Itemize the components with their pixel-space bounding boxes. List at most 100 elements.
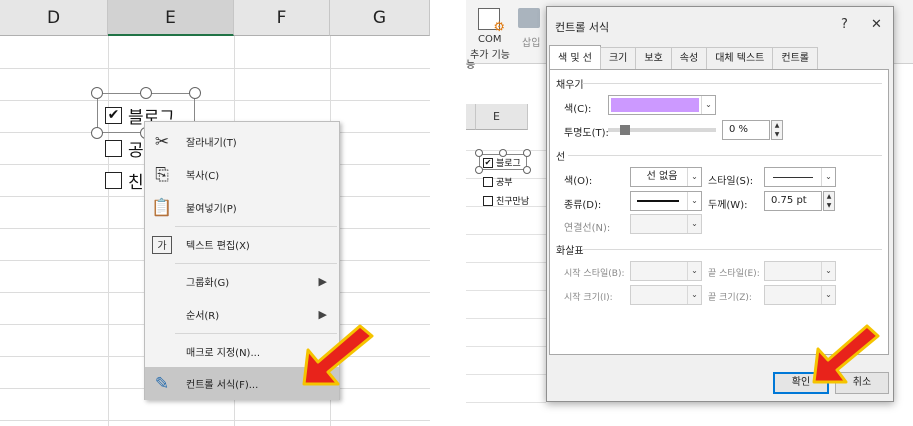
line-color-value: 선 없음 — [646, 171, 678, 182]
tab-pane: 채우기 색(C): ⌄ 투명도(T): 0 % ▲ ▼ 선 색(O): 선 없음 … — [549, 69, 889, 355]
menu-item-label: 붙여넣기(P) — [186, 204, 237, 215]
checkbox-unchecked-icon — [483, 195, 493, 206]
checkbox-unchecked-icon — [105, 140, 122, 157]
resize-handle[interactable] — [140, 87, 152, 99]
fill-section-title: 채우기 — [556, 80, 584, 91]
transparency-slider-track[interactable] — [608, 125, 716, 135]
resize-handle[interactable] — [475, 149, 483, 157]
addin-label: 추가 기능 — [470, 50, 510, 61]
menu-item-label: 복사(C) — [186, 171, 220, 182]
checkbox-label: 친구만남 — [496, 197, 530, 207]
tab-protection[interactable]: 보호 — [635, 47, 672, 69]
section-divider — [582, 249, 882, 250]
resize-handle[interactable] — [523, 166, 531, 174]
format-dialog-panel: ⚙ COM 추가 기능 능 삽입 E ✔ 블로그 공부 친구만남 컨트롤 서식 … — [466, 0, 913, 426]
line-color-dropdown[interactable]: 선 없음 ⌄ — [630, 167, 702, 187]
column-header-f[interactable]: F — [234, 0, 330, 36]
close-icon[interactable]: ✕ — [871, 17, 882, 32]
fill-color-label: 색(C): — [564, 104, 592, 115]
dash-preview — [637, 200, 679, 202]
checkbox-friends[interactable]: 친 — [105, 168, 144, 193]
tab-alt-text[interactable]: 대체 텍스트 — [706, 47, 774, 69]
paste-icon: 📋 — [151, 197, 173, 218]
transparency-spinner[interactable]: ▲ ▼ — [771, 120, 783, 140]
chevron-down-icon: ⌄ — [821, 262, 835, 280]
dash-type-label: 종류(D): — [564, 200, 602, 211]
menu-item-label: 잘라내기(T) — [186, 138, 237, 149]
end-size-label: 끝 크기(Z): — [708, 293, 752, 303]
com-addin-icon[interactable]: ⚙ — [478, 8, 505, 35]
edit-text-icon: 가 — [152, 235, 172, 254]
checkbox-blog[interactable]: ✔ 블로그 — [483, 156, 521, 169]
checkbox-label: 공 — [128, 141, 144, 161]
fill-color-swatch — [611, 98, 699, 112]
tab-bar: 색 및 선 크기 보호 속성 대체 텍스트 컨트롤 — [549, 45, 818, 69]
insert-label: 삽입 — [522, 38, 541, 49]
ribbon-extra-label: 능 — [466, 60, 476, 71]
checkbox-study[interactable]: 공 — [105, 136, 144, 161]
excel-sheet-panel: D E F G ✔ 블로그 공 친 ✂ 잘라내기(T) ⎘ 복사(C) 📋 붙여… — [0, 0, 430, 426]
checkbox-label: 공부 — [496, 178, 513, 188]
menu-item-label: 순서(R) — [186, 311, 220, 322]
fill-color-dropdown[interactable]: ⌄ — [608, 95, 716, 115]
transparency-slider-thumb[interactable] — [620, 125, 630, 135]
gridline — [0, 100, 430, 101]
menu-item-copy[interactable]: ⎘ 복사(C) — [145, 158, 339, 191]
tab-size[interactable]: 크기 — [599, 47, 637, 69]
line-section-title: 선 — [556, 152, 566, 163]
column-header-d[interactable]: D — [0, 0, 108, 36]
begin-style-dropdown[interactable]: ⌄ — [630, 261, 702, 281]
arrows-section-title: 화살표 — [556, 246, 584, 257]
resize-handle[interactable] — [189, 87, 201, 99]
menu-item-label: 그룹화(G) — [186, 278, 230, 289]
column-header-g[interactable]: G — [330, 0, 430, 36]
column-header-e[interactable]: E — [108, 0, 234, 36]
menu-item-group[interactable]: 그룹화(G) ▶ — [145, 265, 339, 298]
chevron-down-icon: ⌄ — [821, 168, 835, 186]
resize-handle[interactable] — [91, 127, 103, 139]
chevron-down-icon: ⌄ — [701, 96, 715, 114]
menu-item-edit-text[interactable]: 가 텍스트 편집(X) — [145, 228, 339, 261]
tab-properties[interactable]: 속성 — [670, 47, 708, 69]
submenu-arrow-icon: ▶ — [318, 275, 327, 288]
section-divider — [568, 155, 882, 156]
transparency-input[interactable]: 0 % — [722, 120, 770, 140]
line-weight-spinner[interactable]: ▲ ▼ — [823, 191, 835, 211]
gridline — [466, 318, 546, 319]
copy-icon: ⎘ — [155, 164, 169, 185]
help-button[interactable]: ? — [841, 17, 848, 32]
gridline — [0, 420, 430, 421]
end-style-dropdown[interactable]: ⌄ — [764, 261, 836, 281]
tab-colors-lines[interactable]: 색 및 선 — [549, 45, 601, 69]
menu-separator — [175, 263, 337, 264]
connector-dropdown[interactable]: ⌄ — [630, 214, 702, 234]
connector-label: 연결선(N): — [564, 223, 611, 234]
end-size-dropdown[interactable]: ⌄ — [764, 285, 836, 305]
gridline — [466, 290, 546, 291]
resize-handle[interactable] — [91, 87, 103, 99]
checkbox-study[interactable]: 공부 — [483, 175, 513, 188]
pointer-arrow-icon — [302, 324, 374, 386]
line-style-dropdown[interactable]: ⌄ — [764, 167, 836, 187]
gridline — [0, 68, 430, 69]
tab-control[interactable]: 컨트롤 — [772, 47, 818, 69]
resize-handle[interactable] — [523, 149, 531, 157]
end-style-label: 끝 스타일(E): — [708, 269, 760, 279]
begin-style-label: 시작 스타일(B): — [564, 269, 625, 279]
chevron-down-icon: ⌄ — [687, 262, 701, 280]
section-divider — [582, 83, 882, 84]
insert-control-icon[interactable] — [518, 8, 540, 28]
resize-handle[interactable] — [475, 166, 483, 174]
checkbox-unchecked-icon — [105, 172, 122, 189]
begin-size-label: 시작 크기(I): — [564, 293, 613, 303]
dash-type-dropdown[interactable]: ⌄ — [630, 191, 702, 211]
transparency-label: 투명도(T): — [564, 128, 609, 139]
format-control-icon: ✎ — [154, 373, 170, 394]
menu-item-paste[interactable]: 📋 붙여넣기(P) — [145, 191, 339, 224]
menu-item-cut[interactable]: ✂ 잘라내기(T) — [145, 125, 339, 158]
gridline — [466, 402, 546, 403]
chevron-down-icon: ⌄ — [821, 286, 835, 304]
begin-size-dropdown[interactable]: ⌄ — [630, 285, 702, 305]
line-weight-input[interactable]: 0.75 pt — [764, 191, 822, 211]
checkbox-friends[interactable]: 친구만남 — [483, 194, 529, 207]
